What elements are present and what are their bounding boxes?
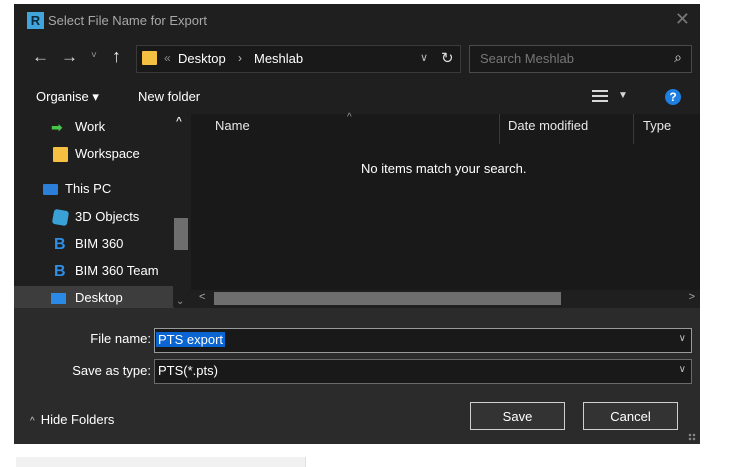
hide-folders-label: Hide Folders bbox=[40, 412, 115, 427]
3d-objects-icon bbox=[51, 208, 70, 227]
save-button[interactable]: Save bbox=[470, 402, 565, 430]
scroll-right-icon[interactable]: > bbox=[689, 291, 695, 303]
nav-item-desktop[interactable]: Desktop bbox=[14, 286, 174, 310]
column-divider[interactable] bbox=[633, 114, 634, 144]
nav-item-label: Desktop bbox=[75, 290, 123, 305]
nav-item-work[interactable]: ➡ Work bbox=[14, 115, 174, 139]
save-as-type-label: Save as type: bbox=[72, 363, 151, 378]
file-list-horizontal-scrollbar[interactable]: < > bbox=[191, 290, 700, 307]
close-icon[interactable]: ✕ bbox=[675, 9, 690, 30]
save-as-type-select[interactable]: PTS(*.pts) ∨ bbox=[154, 359, 692, 384]
nav-item-label: Workspace bbox=[75, 146, 140, 161]
address-bar[interactable]: « Desktop › Meshlab ∨ ↻ bbox=[136, 45, 461, 73]
folder-icon bbox=[53, 147, 68, 162]
help-icon[interactable]: ? bbox=[665, 89, 681, 105]
back-arrow-icon[interactable]: ← bbox=[32, 47, 49, 67]
window-title: Select File Name for Export bbox=[48, 13, 207, 28]
forward-arrow-icon[interactable]: → bbox=[61, 47, 78, 67]
nav-item-label: BIM 360 Team bbox=[75, 263, 159, 278]
nav-item-workspace[interactable]: Workspace bbox=[14, 142, 174, 166]
background-strip bbox=[16, 457, 306, 467]
bim360-icon: B bbox=[54, 236, 66, 253]
up-arrow-icon[interactable]: ↑ bbox=[112, 46, 121, 67]
file-name-input[interactable]: PTS export ∨ bbox=[154, 328, 692, 353]
file-list[interactable]: Name ^ Date modified Type No items match… bbox=[191, 112, 700, 290]
scroll-left-icon[interactable]: < bbox=[199, 291, 205, 303]
sort-ascending-icon: ^ bbox=[347, 112, 352, 123]
column-header-label: Name bbox=[215, 118, 250, 133]
export-dialog: R Select File Name for Export ✕ ← → ˅ ↑ … bbox=[14, 4, 700, 444]
breadcrumb-desktop[interactable]: Desktop bbox=[178, 51, 226, 66]
cancel-button[interactable]: Cancel bbox=[583, 402, 678, 430]
folder-icon bbox=[142, 51, 157, 65]
nav-pane-scrollbar[interactable]: ^ ⌄ bbox=[173, 114, 189, 307]
search-input[interactable]: Search Meshlab bbox=[480, 51, 574, 66]
title-bar: R Select File Name for Export ✕ bbox=[14, 4, 700, 38]
address-overflow-chevron-icon[interactable]: « bbox=[164, 51, 171, 65]
pin-arrow-icon: ➡ bbox=[51, 119, 63, 135]
nav-item-bim-360[interactable]: B BIM 360 bbox=[14, 232, 174, 256]
nav-item-this-pc[interactable]: This PC bbox=[14, 177, 174, 201]
resize-grip-icon[interactable] bbox=[688, 433, 696, 441]
empty-list-message: No items match your search. bbox=[361, 161, 527, 176]
hide-folders-button[interactable]: ^ Hide Folders bbox=[30, 412, 114, 427]
navigation-pane: ➡ Work Workspace This PC 3D Objects B BI… bbox=[14, 114, 174, 310]
search-icon[interactable]: ⌕ bbox=[674, 49, 682, 66]
column-header-name[interactable]: Name bbox=[215, 118, 250, 144]
column-divider[interactable] bbox=[499, 114, 500, 144]
new-folder-button[interactable]: New folder bbox=[138, 89, 200, 104]
bim360-icon: B bbox=[54, 263, 66, 280]
nav-item-label: This PC bbox=[65, 181, 112, 196]
nav-item-3d-objects[interactable]: 3D Objects bbox=[14, 205, 174, 229]
view-options-dropdown-icon[interactable]: ▼ bbox=[618, 90, 628, 101]
nav-item-bim-360-team[interactable]: B BIM 360 Team bbox=[14, 259, 174, 283]
command-bar: Organise ▾ New folder ▼ ? bbox=[14, 82, 700, 112]
scroll-up-icon[interactable]: ^ bbox=[176, 116, 182, 127]
file-name-label: File name: bbox=[90, 331, 151, 346]
computer-icon bbox=[43, 184, 58, 195]
desktop-icon bbox=[51, 293, 66, 304]
refresh-icon[interactable]: ↻ bbox=[441, 49, 454, 67]
nav-item-label: Work bbox=[75, 119, 106, 134]
column-header-type[interactable]: Type bbox=[643, 118, 671, 144]
scrollbar-thumb[interactable] bbox=[214, 292, 561, 305]
save-as-type-value: PTS(*.pts) bbox=[158, 363, 218, 378]
nav-item-label: 3D Objects bbox=[75, 209, 140, 224]
breadcrumb-meshlab[interactable]: Meshlab bbox=[254, 51, 303, 66]
revit-app-icon: R bbox=[27, 12, 44, 29]
save-form-area: File name: PTS export ∨ Save as type: PT… bbox=[14, 308, 700, 444]
column-header-date-modified[interactable]: Date modified bbox=[508, 118, 588, 144]
nav-item-label: BIM 360 bbox=[75, 236, 124, 251]
chevron-up-icon: ^ bbox=[30, 416, 35, 427]
organise-menu-button[interactable]: Organise ▾ bbox=[36, 89, 99, 105]
chevron-down-icon[interactable]: ∨ bbox=[679, 333, 686, 344]
breadcrumb-separator-icon[interactable]: › bbox=[238, 51, 242, 65]
search-box[interactable]: Search Meshlab ⌕ bbox=[469, 45, 692, 73]
view-options-icon[interactable] bbox=[592, 90, 608, 102]
file-name-value[interactable]: PTS export bbox=[156, 332, 226, 347]
chevron-down-icon[interactable]: ∨ bbox=[679, 364, 686, 375]
navigation-bar: ← → ˅ ↑ « Desktop › Meshlab ∨ ↻ Search M… bbox=[14, 44, 700, 74]
scrollbar-thumb[interactable] bbox=[174, 218, 188, 250]
recent-locations-chevron-icon[interactable]: ˅ bbox=[91, 50, 97, 61]
scroll-down-icon[interactable]: ⌄ bbox=[176, 296, 184, 307]
address-dropdown-icon[interactable]: ∨ bbox=[420, 51, 428, 64]
